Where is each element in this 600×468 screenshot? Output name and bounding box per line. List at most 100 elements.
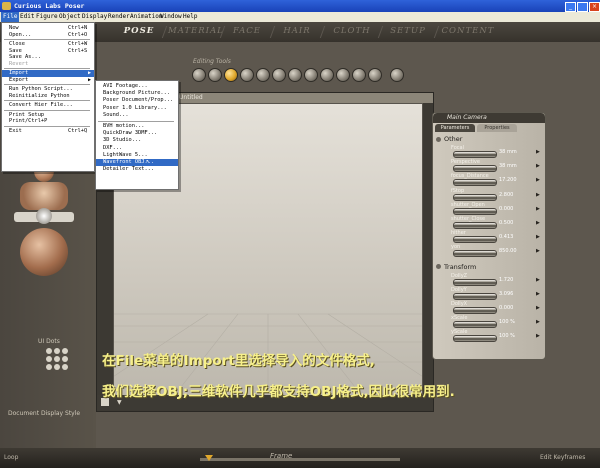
param-group-other[interactable]: Other [436,135,462,143]
param-row-fstop[interactable]: fStop 2.800 ▶ [451,188,541,201]
param-row-hither[interactable]: hither 0.413 ▶ [451,230,541,244]
param-value[interactable]: 850.00 [499,248,533,254]
file-menu-item-reinitialize-python[interactable]: Reinitialize Python [2,93,94,100]
direct-manipulation-icon[interactable] [368,68,382,82]
rotate-tool-icon[interactable] [192,68,206,82]
import-menu-item-bvh-motion[interactable]: BVH motion... [96,123,178,130]
translate-tool-icon[interactable] [224,68,238,82]
tab-properties[interactable]: Properties [477,124,517,132]
tab-cloth[interactable]: CLOTH [328,24,376,39]
group-toggle-icon[interactable] [436,136,441,142]
param-value[interactable]: 0.000 [499,206,533,212]
param-row-yscale[interactable]: yScale 100 % ▶ [451,329,541,343]
param-value[interactable]: 100 % [499,319,533,325]
file-menu-item-open[interactable]: Open... Ctrl+O [2,32,94,39]
frame-indicator-icon[interactable] [205,455,213,461]
ui-dots-grid[interactable] [46,348,68,370]
taper-tool-icon[interactable] [272,68,286,82]
import-menu-item-poser-1-0-library[interactable]: Poser 1.0 Library... [96,105,178,112]
param-menu-arrow-icon[interactable]: ▶ [536,206,540,212]
camera-controls[interactable] [14,160,74,280]
param-menu-arrow-icon[interactable]: ▶ [536,192,540,198]
import-menu-item-background-picture[interactable]: Background Picture... [96,90,178,97]
import-menu-item-dxf[interactable]: DXF... [96,145,178,152]
close-icon[interactable]: × [589,2,600,12]
param-dial[interactable] [453,165,497,173]
file-menu-item-print-ctrl-p[interactable]: Print/Ctrl+P [2,118,94,125]
param-dial[interactable] [453,207,497,215]
param-row-focal[interactable]: Focal 38 mm ▶ [451,145,541,158]
param-dial[interactable] [453,292,497,300]
param-value[interactable]: 0.413 [499,234,533,240]
param-menu-arrow-icon[interactable]: ▶ [536,149,540,155]
param-dial[interactable] [453,193,497,201]
color-tool-icon[interactable] [304,68,318,82]
import-menu-item-quickdraw-3dmf[interactable]: QuickDraw 3DMF... [96,130,178,137]
param-value[interactable]: 38 mm [499,149,533,155]
tab-pose[interactable]: POSE [118,24,160,39]
file-menu-item-export[interactable]: Export ▶ [2,77,94,84]
file-menu-item-exit[interactable]: Exit Ctrl+Q [2,128,94,135]
menu-window[interactable]: Window [158,12,184,22]
param-value[interactable]: 0.500 [499,220,533,226]
param-menu-arrow-icon[interactable]: ▶ [536,248,540,254]
import-menu-item-poser-document-prop[interactable]: Poser Document/Prop... [96,97,178,104]
menu-object[interactable]: Object [57,12,83,22]
param-row-shutter-open[interactable]: shutter_Open 0.000 ▶ [451,202,541,215]
import-menu-item-sound[interactable]: Sound... [96,112,178,119]
param-dial[interactable] [453,278,497,286]
camera-trackball[interactable] [36,208,52,224]
tab-material[interactable]: MATERIAL [168,24,223,39]
param-menu-arrow-icon[interactable]: ▶ [536,177,540,183]
param-row-yon[interactable]: yon 850.00 ▶ [451,244,541,258]
param-menu-arrow-icon[interactable]: ▶ [536,163,540,169]
file-menu-item-revert[interactable]: Revert [2,61,94,68]
param-menu-arrow-icon[interactable]: ▶ [536,291,540,297]
param-dial[interactable] [453,335,497,343]
param-value[interactable]: 17.200 [499,177,533,183]
tab-face[interactable]: FACE [226,24,268,39]
param-menu-arrow-icon[interactable]: ▶ [536,319,540,325]
menu-display[interactable]: Display [80,12,109,22]
tab-hair[interactable]: HAIR [276,24,318,39]
import-menu-item-wavefront-obj[interactable]: Wavefront OBJ... ↖ [96,158,178,166]
param-group-transform[interactable]: Transform [436,263,476,271]
timeline-slider[interactable] [200,458,400,461]
param-dial[interactable] [453,179,497,187]
param-row-dollyz[interactable]: DollyZ 1.720 ▶ [451,273,541,286]
chain-break-tool-icon[interactable] [288,68,302,82]
view-magnifier-icon[interactable] [336,68,350,82]
param-dial[interactable] [453,250,497,258]
param-value[interactable]: 2.800 [499,192,533,198]
param-value[interactable]: 38 mm [499,163,533,169]
translate-in-out-tool-icon[interactable] [240,68,254,82]
param-value[interactable]: 0.000 [499,305,533,311]
menu-file[interactable]: File [1,12,20,22]
grouping-tool-icon[interactable] [320,68,334,82]
param-row-dollyy[interactable]: DollyY 3.096 ▶ [451,287,541,300]
tab-setup[interactable]: SETUP [384,24,432,39]
param-menu-arrow-icon[interactable]: ▶ [536,333,540,339]
param-row-perspective[interactable]: Perspective 38 mm ▶ [451,159,541,173]
menu-help[interactable]: Help [181,12,199,22]
twist-tool-icon[interactable] [208,68,222,82]
param-dial[interactable] [453,151,497,158]
param-dial[interactable] [453,307,497,314]
import-menu-item-avi-footage[interactable]: AVI Footage... [96,83,178,90]
tab-parameters[interactable]: Parameters [435,124,475,132]
param-value[interactable]: 3.096 [499,291,533,297]
param-row-shutter-close[interactable]: shutter_Close 0.500 ▶ [451,216,541,229]
param-dial[interactable] [453,236,497,244]
import-menu-item-lightwave-5[interactable]: LightWave 5... [96,152,178,159]
param-value[interactable]: 100 % [499,333,533,339]
param-value[interactable]: 1.720 [499,277,533,283]
import-menu-item-detailer-text[interactable]: Detailer Text... [96,166,178,173]
tools-options-icon[interactable] [390,68,404,82]
minimize-button[interactable]: _ [565,2,576,12]
display-dropdown-icon[interactable]: ▼ [117,399,122,406]
tab-content[interactable]: CONTENT [440,24,496,39]
param-menu-arrow-icon[interactable]: ▶ [536,234,540,240]
import-menu-item-3d-studio[interactable]: 3D Studio... [96,137,178,144]
param-row-xscale[interactable]: xScale 100 % ▶ [451,315,541,329]
menu-figure[interactable]: Figure [34,12,60,22]
